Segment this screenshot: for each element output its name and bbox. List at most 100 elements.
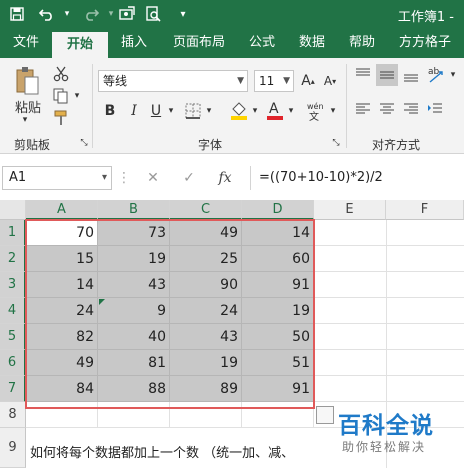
cell-a1[interactable]: 70 — [26, 220, 98, 246]
increase-font-size-icon[interactable]: A ▴ — [298, 70, 318, 92]
align-right-icon[interactable] — [400, 98, 422, 120]
orientation-icon[interactable]: ab — [424, 62, 448, 86]
italic-button[interactable]: I — [124, 100, 144, 122]
copy-dropdown-icon[interactable]: ▾ — [72, 86, 82, 106]
tab-formulas[interactable]: 公式 — [240, 28, 284, 58]
cell-d2[interactable]: 60 — [242, 246, 314, 272]
align-left-icon[interactable] — [352, 98, 374, 120]
cell-a7[interactable]: 84 — [26, 376, 98, 402]
phonetic-guide-icon[interactable]: wén 文 — [304, 98, 328, 124]
align-center-icon[interactable] — [376, 98, 398, 120]
underline-button[interactable]: U — [146, 100, 166, 122]
cell-d7[interactable]: 91 — [242, 376, 314, 402]
cell-d3[interactable]: 91 — [242, 272, 314, 298]
row-header-6[interactable]: 6 — [0, 350, 26, 376]
cell-a9-text[interactable]: 如何将每个数据都加上一个数 （统一加、减、 — [30, 442, 294, 461]
format-painter-icon[interactable] — [50, 108, 72, 128]
column-header-e[interactable]: E — [314, 200, 386, 220]
column-header-c[interactable]: C — [170, 200, 242, 220]
paste-label[interactable]: 粘贴 — [10, 98, 46, 116]
enter-icon[interactable]: ✓ — [178, 168, 200, 188]
column-header-f[interactable]: F — [386, 200, 464, 220]
borders-dropdown-icon[interactable]: ▾ — [204, 100, 214, 122]
cell-a5[interactable]: 82 — [26, 324, 98, 350]
cell-d1[interactable]: 14 — [242, 220, 314, 246]
tab-file[interactable]: 文件 — [4, 28, 48, 58]
undo-dropdown-icon[interactable]: ▾ — [56, 4, 78, 24]
cell-b2[interactable]: 19 — [98, 246, 170, 272]
cell-a3[interactable]: 14 — [26, 272, 98, 298]
cell-c2[interactable]: 25 — [170, 246, 242, 272]
cell-c3[interactable]: 90 — [170, 272, 242, 298]
align-middle-icon[interactable] — [376, 64, 398, 86]
cell-d4[interactable]: 19 — [242, 298, 314, 324]
row-header-7[interactable]: 7 — [0, 376, 26, 402]
cell-a4[interactable]: 24 — [26, 298, 98, 324]
copy-icon[interactable] — [50, 86, 72, 106]
cell-b5[interactable]: 40 — [98, 324, 170, 350]
column-header-b[interactable]: B — [98, 200, 170, 220]
font-launcher-icon[interactable]: ⤡ — [330, 136, 342, 150]
decrease-font-size-icon[interactable]: A ▾ — [320, 70, 340, 92]
redo-icon[interactable] — [80, 4, 102, 24]
cell-c6[interactable]: 19 — [170, 350, 242, 376]
row-header-3[interactable]: 3 — [0, 272, 26, 298]
select-all-corner[interactable] — [0, 200, 26, 220]
borders-icon[interactable] — [182, 100, 204, 122]
column-header-a[interactable]: A — [26, 200, 98, 220]
tab-home[interactable]: 开始 — [52, 32, 108, 58]
cell-d6[interactable]: 51 — [242, 350, 314, 376]
tab-help[interactable]: 帮助 — [340, 28, 384, 58]
font-name-combo[interactable]: 等线 ▼ — [98, 70, 248, 92]
fill-color-icon[interactable] — [228, 98, 250, 122]
cell-a2[interactable]: 15 — [26, 246, 98, 272]
tab-data[interactable]: 数据 — [290, 28, 334, 58]
print-preview-icon[interactable] — [142, 4, 164, 24]
customize-quick-access-icon[interactable]: ▾ — [172, 4, 194, 24]
row-header-4[interactable]: 4 — [0, 298, 26, 324]
row-header-1[interactable]: 1 — [0, 220, 26, 246]
error-indicator-icon[interactable] — [99, 299, 105, 305]
clipboard-launcher-icon[interactable]: ⤡ — [78, 136, 90, 150]
cell-c4[interactable]: 24 — [170, 298, 242, 324]
bold-button[interactable]: B — [100, 100, 120, 122]
tab-insert[interactable]: 插入 — [112, 28, 156, 58]
font-color-icon[interactable]: A — [264, 98, 286, 122]
cell-d5[interactable]: 50 — [242, 324, 314, 350]
orientation-dropdown-icon[interactable]: ▾ — [448, 64, 458, 86]
cut-icon[interactable] — [50, 64, 72, 84]
paste-icon[interactable] — [12, 64, 42, 98]
cell-b1[interactable]: 73 — [98, 220, 170, 246]
align-bottom-icon[interactable] — [400, 64, 422, 86]
row-header-5[interactable]: 5 — [0, 324, 26, 350]
cell-c1[interactable]: 49 — [170, 220, 242, 246]
touch-mode-icon[interactable] — [116, 4, 138, 24]
align-top-icon[interactable] — [352, 64, 374, 86]
font-size-combo[interactable]: 11 ▼ — [254, 70, 294, 92]
undo-icon[interactable] — [36, 4, 58, 24]
cell-a6[interactable]: 49 — [26, 350, 98, 376]
name-box[interactable]: A1 ▾ — [2, 166, 112, 190]
cell-b6[interactable]: 81 — [98, 350, 170, 376]
tab-fangfang[interactable]: 方方格子 — [390, 28, 460, 58]
paste-dropdown-icon[interactable]: ▾ — [10, 114, 40, 126]
fill-color-dropdown-icon[interactable]: ▾ — [250, 100, 260, 122]
cell-c7[interactable]: 89 — [170, 376, 242, 402]
row-header-2[interactable]: 2 — [0, 246, 26, 272]
cell-b7[interactable]: 88 — [98, 376, 170, 402]
column-header-d[interactable]: D — [242, 200, 314, 220]
cancel-icon[interactable]: ✕ — [142, 168, 164, 188]
cell-c5[interactable]: 43 — [170, 324, 242, 350]
phonetic-dropdown-icon[interactable]: ▾ — [328, 100, 338, 122]
formula-input[interactable]: =((70+10-10)*2)/2 — [250, 166, 464, 190]
underline-dropdown-icon[interactable]: ▾ — [166, 100, 176, 122]
insert-function-icon[interactable]: fx — [214, 168, 236, 188]
save-icon[interactable] — [6, 4, 28, 24]
row-header-9[interactable]: 9 — [0, 428, 26, 468]
font-color-dropdown-icon[interactable]: ▾ — [286, 100, 296, 122]
cell-b3[interactable]: 43 — [98, 272, 170, 298]
indent-icon[interactable] — [424, 98, 446, 120]
tab-page-layout[interactable]: 页面布局 — [162, 28, 236, 58]
cell-b4[interactable]: 9 — [98, 298, 170, 324]
row-header-8[interactable]: 8 — [0, 402, 26, 428]
